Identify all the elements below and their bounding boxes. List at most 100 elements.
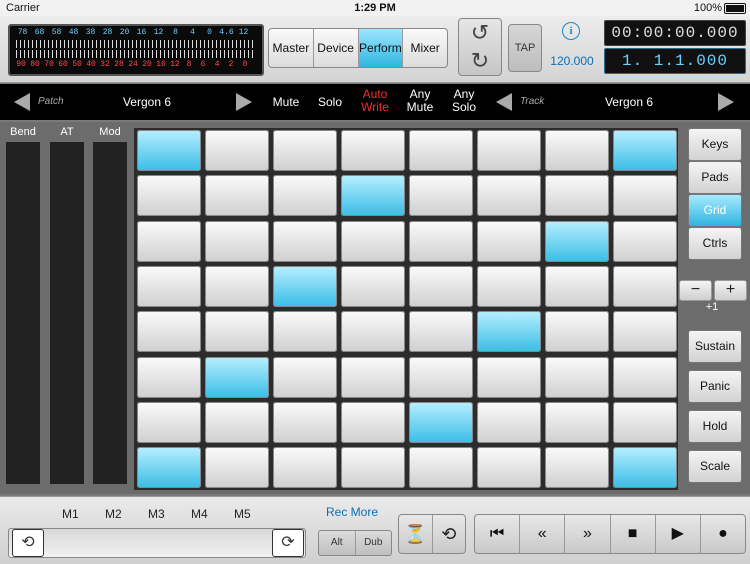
pad[interactable] bbox=[477, 356, 541, 398]
pad[interactable] bbox=[477, 447, 541, 489]
any-mute-button[interactable]: Any Mute bbox=[402, 88, 438, 114]
pad[interactable] bbox=[613, 356, 677, 398]
rec-more-button[interactable]: Rec More bbox=[316, 505, 388, 519]
pad[interactable] bbox=[137, 401, 201, 443]
patch-name[interactable]: Vergon 6 bbox=[106, 95, 188, 109]
pad[interactable] bbox=[205, 175, 269, 217]
view-tab-mixer[interactable]: Mixer bbox=[403, 29, 447, 67]
pad[interactable] bbox=[205, 265, 269, 307]
pad[interactable] bbox=[137, 447, 201, 489]
pad[interactable] bbox=[273, 311, 337, 353]
next-patch-icon[interactable] bbox=[236, 93, 252, 111]
pad[interactable] bbox=[137, 356, 201, 398]
macro-m3[interactable]: M3 bbox=[148, 507, 165, 521]
view-tab-master[interactable]: Master bbox=[269, 29, 314, 67]
pad[interactable] bbox=[545, 130, 609, 171]
pad[interactable] bbox=[545, 220, 609, 262]
view-tab-perform[interactable]: Perform bbox=[358, 29, 404, 67]
pad[interactable] bbox=[137, 311, 201, 353]
play-icon[interactable]: ▶ bbox=[656, 515, 701, 553]
prev-patch-icon[interactable] bbox=[14, 93, 30, 111]
macro-m4[interactable]: M4 bbox=[191, 507, 208, 521]
view-tab-device[interactable]: Device bbox=[314, 29, 359, 67]
pad[interactable] bbox=[477, 401, 541, 443]
pad[interactable] bbox=[409, 130, 473, 171]
sustain-button[interactable]: Sustain bbox=[688, 330, 742, 363]
rewind-to-start-icon[interactable]: ⏮ bbox=[475, 515, 521, 553]
pad[interactable] bbox=[205, 356, 269, 398]
pad[interactable] bbox=[409, 356, 473, 398]
tab-grid[interactable]: Grid bbox=[688, 194, 742, 227]
pad[interactable] bbox=[341, 175, 405, 217]
pad[interactable] bbox=[273, 356, 337, 398]
loop-icon[interactable]: ⟲ bbox=[433, 515, 466, 553]
pad[interactable] bbox=[477, 265, 541, 307]
octave-up-button[interactable]: + bbox=[714, 280, 747, 301]
pad[interactable] bbox=[273, 175, 337, 217]
pad[interactable] bbox=[137, 175, 201, 217]
fast-forward-icon[interactable]: » bbox=[565, 515, 611, 553]
pad[interactable] bbox=[477, 311, 541, 353]
panic-button[interactable]: Panic bbox=[688, 370, 742, 403]
pad[interactable] bbox=[205, 447, 269, 489]
pad[interactable] bbox=[613, 447, 677, 489]
octave-down-button[interactable]: − bbox=[679, 280, 712, 301]
pad[interactable] bbox=[205, 220, 269, 262]
pad[interactable] bbox=[545, 175, 609, 217]
pad[interactable] bbox=[545, 265, 609, 307]
next-track-icon[interactable] bbox=[718, 93, 734, 111]
pad[interactable] bbox=[137, 265, 201, 307]
pad[interactable] bbox=[205, 311, 269, 353]
record-icon[interactable]: ● bbox=[701, 515, 745, 553]
pad[interactable] bbox=[613, 130, 677, 171]
scale-button[interactable]: Scale bbox=[688, 450, 742, 483]
auto-write-button[interactable]: Auto Write bbox=[356, 88, 394, 114]
pad[interactable] bbox=[613, 265, 677, 307]
pad[interactable] bbox=[137, 130, 201, 171]
pad[interactable] bbox=[545, 311, 609, 353]
pad[interactable] bbox=[409, 175, 473, 217]
pad[interactable] bbox=[409, 220, 473, 262]
pad[interactable] bbox=[409, 401, 473, 443]
rewind-icon[interactable]: « bbox=[520, 515, 566, 553]
solo-button[interactable]: Solo bbox=[314, 95, 346, 109]
undo-icon[interactable]: ↺ bbox=[459, 19, 501, 47]
tab-pads[interactable]: Pads bbox=[688, 161, 742, 194]
info-icon[interactable]: i bbox=[562, 22, 580, 40]
pad[interactable] bbox=[205, 401, 269, 443]
alt-button[interactable]: Alt bbox=[319, 531, 356, 555]
tab-keys[interactable]: Keys bbox=[688, 128, 742, 161]
loop-start-icon[interactable]: ⟲ bbox=[12, 529, 44, 557]
pad[interactable] bbox=[545, 356, 609, 398]
macro-m1[interactable]: M1 bbox=[62, 507, 79, 521]
pad[interactable] bbox=[409, 265, 473, 307]
stop-icon[interactable]: ■ bbox=[611, 515, 656, 553]
pad[interactable] bbox=[273, 265, 337, 307]
pad[interactable] bbox=[205, 130, 269, 171]
tab-ctrls[interactable]: Ctrls bbox=[688, 227, 742, 260]
any-solo-button[interactable]: Any Solo bbox=[446, 88, 482, 114]
pad[interactable] bbox=[137, 220, 201, 262]
redo-icon[interactable]: ↻ bbox=[459, 47, 501, 75]
loop-slider[interactable] bbox=[8, 528, 306, 558]
macro-m5[interactable]: M5 bbox=[234, 507, 251, 521]
metronome-icon[interactable]: ⏳ bbox=[399, 515, 433, 553]
pad[interactable] bbox=[477, 220, 541, 262]
pad[interactable] bbox=[545, 401, 609, 443]
hold-button[interactable]: Hold bbox=[688, 410, 742, 443]
pad[interactable] bbox=[341, 401, 405, 443]
tempo-value[interactable]: 120.000 bbox=[544, 54, 600, 68]
pad[interactable] bbox=[409, 311, 473, 353]
loop-end-icon[interactable]: ⟳ bbox=[272, 529, 304, 557]
dub-button[interactable]: Dub bbox=[356, 531, 392, 555]
pad[interactable] bbox=[477, 130, 541, 171]
pad[interactable] bbox=[273, 130, 337, 171]
pad[interactable] bbox=[273, 401, 337, 443]
pad[interactable] bbox=[341, 311, 405, 353]
pad[interactable] bbox=[613, 220, 677, 262]
pad[interactable] bbox=[613, 311, 677, 353]
pad[interactable] bbox=[613, 175, 677, 217]
prev-track-icon[interactable] bbox=[496, 93, 512, 111]
pad[interactable] bbox=[273, 220, 337, 262]
tap-tempo-button[interactable]: TAP bbox=[508, 24, 542, 72]
